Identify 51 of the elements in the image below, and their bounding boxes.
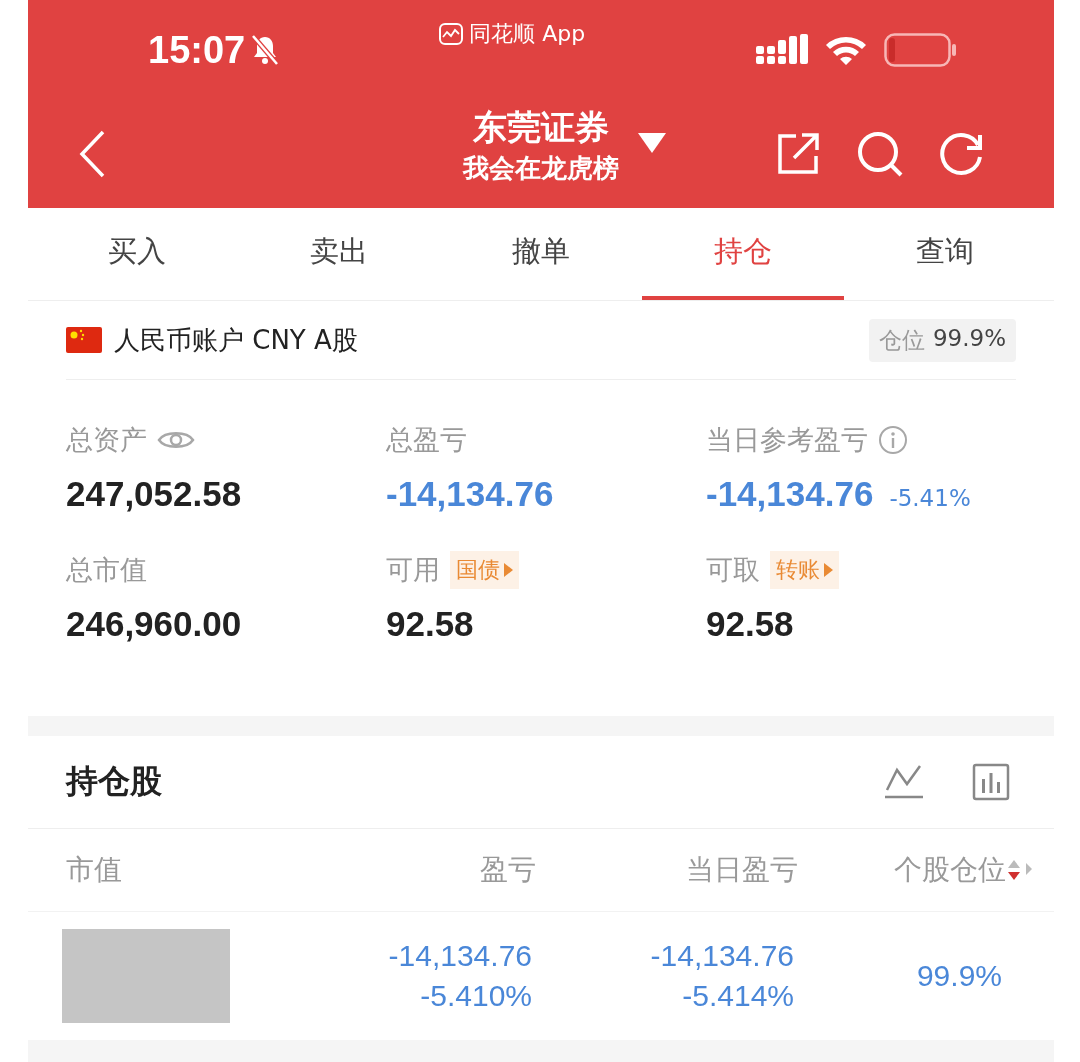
column-header[interactable]: 盈亏 (266, 851, 536, 889)
signal-icon (756, 34, 808, 66)
table-cell: -5.410% (420, 979, 532, 1013)
stat-label: 总盈亏 (386, 423, 467, 457)
stat-value: -14,134.76 (706, 474, 874, 514)
flag-icon (66, 327, 102, 353)
line-chart-icon[interactable] (884, 764, 924, 800)
column-header[interactable]: 当日盈亏 (536, 851, 798, 889)
stat-label: 当日参考盈亏 (706, 423, 868, 457)
share-icon[interactable] (776, 132, 822, 176)
info-icon[interactable] (878, 425, 908, 455)
stat-label: 可取 (706, 553, 760, 587)
trade-tab[interactable]: 卖出 (238, 208, 440, 300)
broker-title[interactable]: 东莞证券 (473, 104, 609, 151)
battery-icon (884, 33, 958, 67)
section-title: 持仓股 (66, 761, 162, 802)
position-label: 仓位 (878, 325, 925, 355)
triangle-icon (824, 563, 833, 577)
tag-link[interactable]: 转账 (770, 551, 839, 589)
stat-value: 92.58 (706, 604, 794, 644)
table-cell: -14,134.76 (388, 939, 532, 973)
refresh-icon[interactable] (938, 131, 984, 177)
table-cell: 99.9% (916, 959, 1002, 993)
stat-label: 总资产 (66, 423, 147, 457)
trade-tab[interactable]: 持仓 (642, 208, 844, 300)
wifi-icon (824, 34, 868, 66)
stat-label: 总市值 (66, 553, 147, 587)
table-cell: -14,134.76 (650, 939, 794, 973)
column-header[interactable]: 个股仓位 (894, 851, 1006, 889)
column-header: 市值 (66, 852, 123, 888)
chart-logo-icon (439, 23, 464, 45)
stat-value: -14,134.76 (386, 474, 554, 514)
stat-value: 247,052.58 (66, 474, 242, 514)
trade-tab[interactable]: 撤单 (440, 208, 642, 300)
position-value: 99.9% (932, 324, 1006, 353)
dropdown-caret-icon[interactable] (637, 131, 667, 155)
search-icon[interactable] (856, 130, 904, 178)
trade-tab[interactable]: 查询 (844, 208, 1046, 300)
clock-time: 15:07 (148, 28, 246, 72)
account-subtitle: 我会在龙虎榜 (463, 151, 619, 185)
trade-tab[interactable]: 买入 (36, 208, 238, 300)
account-name: 人民币账户 CNY A股 (114, 323, 358, 357)
tag-link[interactable]: 国债 (450, 551, 519, 589)
table-cell: -5.414% (682, 979, 794, 1013)
triangle-icon (504, 563, 513, 577)
stat-percent: -5.41% (889, 485, 971, 511)
stat-label: 可用 (386, 553, 440, 587)
stat-value: 246,960.00 (66, 604, 242, 644)
app-label: 同花顺 App (469, 20, 586, 48)
bar-chart-icon[interactable] (972, 763, 1010, 801)
stat-value: 92.58 (386, 604, 474, 644)
